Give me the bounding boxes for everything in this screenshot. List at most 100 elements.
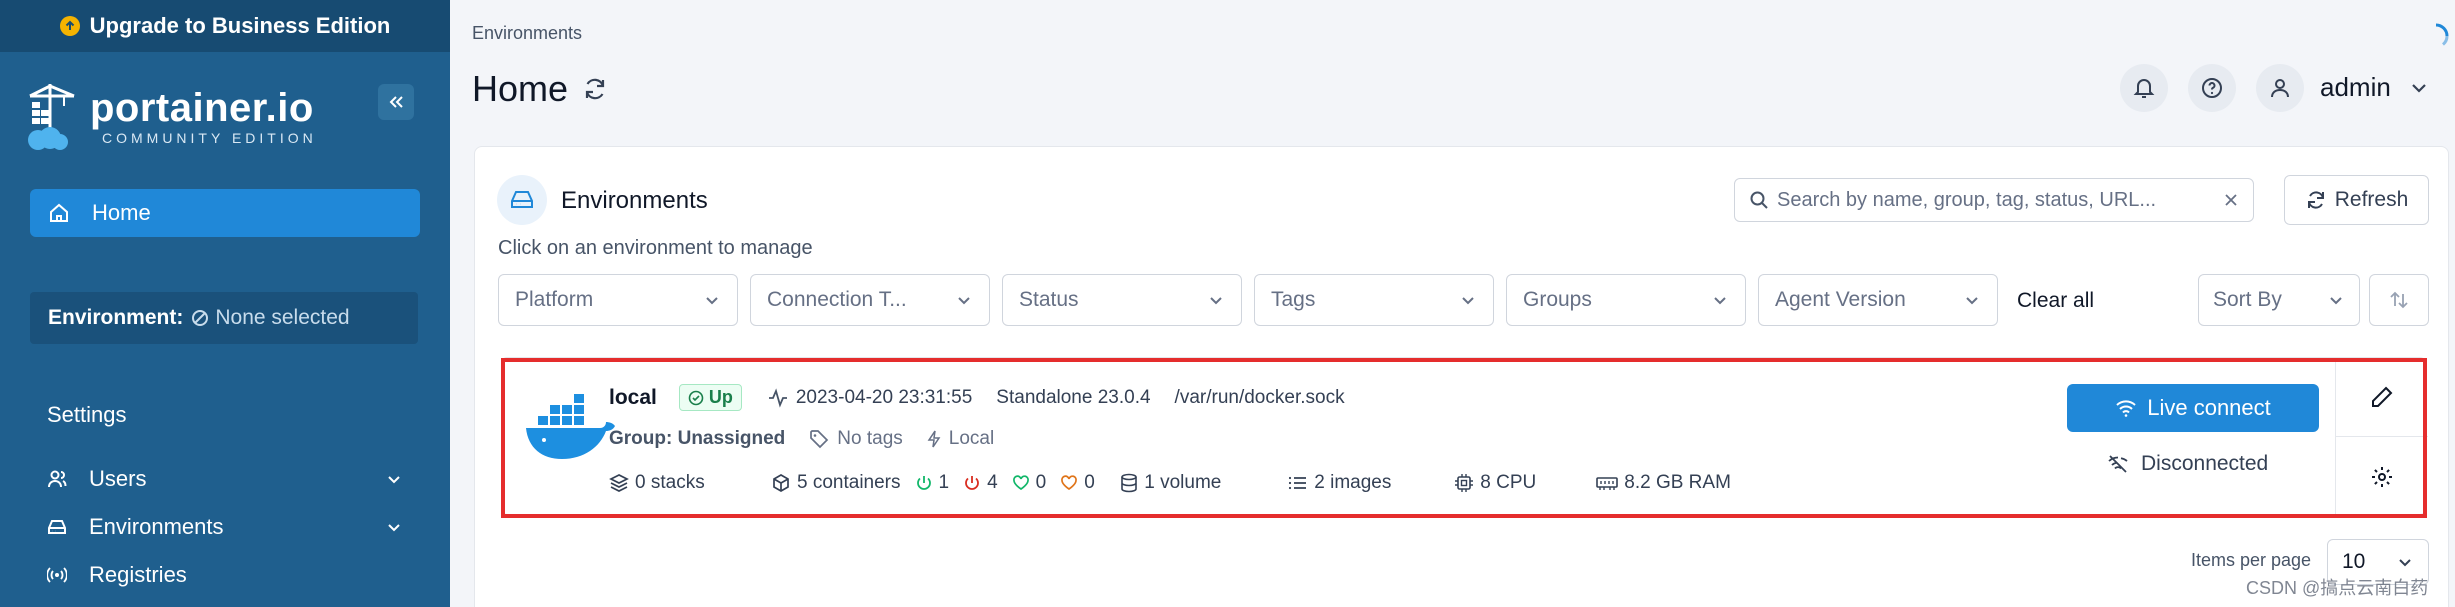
search-input[interactable] bbox=[1777, 188, 2223, 212]
activity-icon bbox=[768, 387, 796, 408]
filter-label: Status bbox=[1019, 288, 1079, 311]
ban-icon bbox=[191, 309, 209, 327]
sidebar-item-environments[interactable]: Environments bbox=[47, 512, 402, 542]
sort-by-select[interactable]: Sort By bbox=[2198, 274, 2360, 326]
breadcrumb[interactable]: Environments bbox=[472, 23, 582, 44]
connection-state-text: Disconnected bbox=[2141, 452, 2269, 475]
wifi-icon bbox=[2115, 398, 2137, 418]
sidebar-item-registries[interactable]: Registries bbox=[47, 560, 402, 590]
connection-type: Local bbox=[927, 428, 994, 450]
status-badge: Up bbox=[678, 384, 742, 411]
refresh-icon[interactable] bbox=[582, 76, 608, 102]
stopped-stat: 4 bbox=[963, 472, 998, 494]
brand-name: portainer.io bbox=[90, 86, 314, 130]
power-running-icon bbox=[915, 474, 939, 492]
zap-icon bbox=[927, 430, 949, 448]
environment-card[interactable]: local Up 2023-04-20 23:31:55 Standalone … bbox=[501, 357, 2428, 516]
env-row-stats: 0 stacks 5 containers 1 4 0 0 1 volume 2… bbox=[609, 472, 1731, 494]
sidebar-item-label: Environments bbox=[89, 514, 224, 539]
upgrade-banner[interactable]: Upgrade to Business Edition bbox=[0, 0, 450, 52]
user-menu[interactable]: admin bbox=[2320, 72, 2429, 103]
connection-state: Disconnected bbox=[2107, 452, 2268, 476]
cpu-stat: 8 CPU bbox=[1454, 472, 1596, 494]
close-icon[interactable] bbox=[2223, 192, 2239, 208]
sidebar-item-users[interactable]: Users bbox=[47, 464, 402, 494]
user-icon bbox=[2268, 76, 2292, 100]
notifications-button[interactable] bbox=[2120, 64, 2168, 112]
gear-icon bbox=[2370, 465, 2394, 489]
env-row-secondary: Group: Unassigned No tags Local bbox=[609, 428, 1018, 450]
environment-url: /var/run/docker.sock bbox=[1174, 386, 1345, 408]
filter-platform[interactable]: Platform bbox=[498, 274, 738, 326]
sort-order-button[interactable] bbox=[2369, 274, 2429, 326]
last-check-text: 2023-04-20 23:31:55 bbox=[795, 386, 973, 408]
panel-title: Environments bbox=[561, 187, 708, 214]
filter-label: Tags bbox=[1271, 288, 1316, 311]
unhealthy-stat: 0 bbox=[1060, 472, 1120, 494]
list-icon bbox=[1288, 474, 1314, 492]
filter-connection-type[interactable]: Connection T... bbox=[750, 274, 990, 326]
loading-spinner-icon bbox=[2422, 22, 2450, 50]
heart-healthy-icon bbox=[1012, 474, 1036, 492]
bell-icon bbox=[2132, 76, 2156, 100]
settings-button[interactable] bbox=[2336, 437, 2428, 516]
filter-status[interactable]: Status bbox=[1002, 274, 1242, 326]
sidebar-item-label: Registries bbox=[89, 562, 187, 587]
heart-unhealthy-icon bbox=[1060, 474, 1084, 492]
environment-type: Standalone 23.0.4 bbox=[996, 386, 1151, 408]
tags-text: No tags bbox=[837, 428, 903, 449]
power-stopped-icon bbox=[963, 474, 987, 492]
cpu-icon bbox=[1454, 473, 1480, 493]
avatar[interactable] bbox=[2256, 64, 2304, 112]
refresh-icon bbox=[2305, 189, 2327, 211]
environment-name: local bbox=[609, 385, 657, 409]
collapse-sidebar-button[interactable] bbox=[378, 84, 414, 120]
filter-label: Platform bbox=[515, 288, 594, 311]
chevron-down-icon bbox=[703, 291, 721, 309]
layers-icon bbox=[609, 473, 635, 493]
live-connect-button[interactable]: Live connect bbox=[2067, 384, 2319, 432]
group-label: Group: Unassigned bbox=[609, 428, 786, 449]
images-text: 2 images bbox=[1314, 472, 1392, 493]
ram-text: 8.2 GB RAM bbox=[1624, 472, 1731, 493]
filter-label: Groups bbox=[1523, 288, 1592, 311]
card-actions bbox=[2335, 358, 2428, 516]
help-button[interactable] bbox=[2188, 64, 2236, 112]
sort-by-label: Sort By bbox=[2213, 288, 2282, 311]
filter-groups[interactable]: Groups bbox=[1506, 274, 1746, 326]
env-row-primary: local Up 2023-04-20 23:31:55 Standalone … bbox=[609, 384, 1369, 411]
tags: No tags bbox=[809, 428, 903, 450]
panel-subtitle: Click on an environment to manage bbox=[498, 237, 813, 259]
edit-button[interactable] bbox=[2336, 358, 2428, 437]
refresh-button[interactable]: Refresh bbox=[2284, 175, 2429, 225]
sidebar-item-home[interactable]: Home bbox=[30, 189, 420, 237]
connection-type-text: Local bbox=[948, 428, 995, 449]
portainer-crane-icon bbox=[26, 82, 78, 152]
containers-text: 5 containers bbox=[797, 472, 901, 493]
filter-tags[interactable]: Tags bbox=[1254, 274, 1494, 326]
live-connect-label: Live connect bbox=[2147, 395, 2271, 420]
healthy-stat: 0 bbox=[1012, 472, 1046, 494]
tag-icon bbox=[809, 429, 837, 449]
sidebar-item-label: Home bbox=[92, 200, 151, 225]
status-text: Up bbox=[708, 387, 733, 407]
page-title-text: Home bbox=[472, 68, 569, 109]
environment-selector[interactable]: Environment: None selected bbox=[30, 292, 418, 344]
box-icon bbox=[771, 473, 797, 493]
page-title: Home bbox=[472, 68, 608, 110]
chevron-down-icon bbox=[1963, 291, 1981, 309]
sidebar-item-label: Users bbox=[89, 466, 147, 491]
filter-agent-version[interactable]: Agent Version bbox=[1758, 274, 1998, 326]
watermark: CSDN @搞点云南白药 bbox=[2246, 578, 2429, 598]
users-icon bbox=[47, 469, 67, 489]
wifi-off-icon bbox=[2107, 454, 2129, 474]
clear-all-button[interactable]: Clear all bbox=[2017, 289, 2094, 313]
portainer-logo[interactable]: portainer.io COMMUNITY EDITION bbox=[26, 82, 317, 152]
arrow-up-down-icon bbox=[2388, 289, 2410, 311]
volumes-stat: 1 volume bbox=[1120, 472, 1288, 494]
volumes-text: 1 volume bbox=[1144, 472, 1222, 493]
chevron-down-icon bbox=[386, 471, 402, 487]
containers-stat: 5 containers bbox=[771, 472, 901, 494]
environment-label: Environment: bbox=[48, 306, 184, 329]
chevron-down-icon bbox=[2409, 78, 2429, 98]
